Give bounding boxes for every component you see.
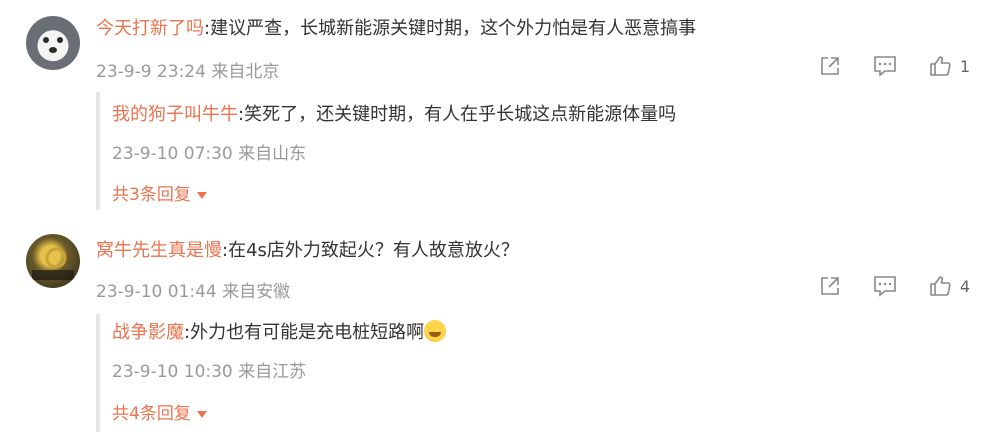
more-replies-button[interactable]: 共4条回复 bbox=[112, 399, 207, 424]
share-icon bbox=[821, 57, 839, 75]
reply-meta: 23-9-10 07:30 来自山东 bbox=[112, 144, 307, 164]
like-button[interactable]: 4 bbox=[928, 274, 970, 298]
like-button[interactable]: 1 bbox=[928, 54, 970, 78]
reply-line: 战争影魔:外力也有可能是充电桩短路啊 bbox=[112, 318, 447, 344]
like-count: 1 bbox=[959, 56, 970, 76]
more-replies-label: 共3条回复 bbox=[112, 185, 191, 205]
avatar[interactable] bbox=[26, 234, 80, 288]
husky-avatar-icon bbox=[43, 37, 63, 53]
comment-2: 窝牛先生真是慢:在4s店外力致起火？有人故意放火？ 23-9-10 01:44 … bbox=[0, 222, 1000, 435]
reply-username[interactable]: 战争影魔 bbox=[112, 322, 184, 343]
share-icon bbox=[821, 277, 839, 295]
comment-actions: 1 bbox=[788, 54, 970, 78]
reply-bar bbox=[96, 92, 100, 210]
reply-line: 我的狗子叫牛牛:笑死了，还关键时期，有人在乎长城这点新能源体量吗 bbox=[112, 100, 676, 126]
reply-username[interactable]: 我的狗子叫牛牛 bbox=[112, 104, 238, 125]
reply-meta: 23-9-10 10:30 来自江苏 bbox=[112, 362, 307, 382]
comment-button[interactable] bbox=[872, 274, 898, 298]
comment-line: 今天打新了吗:建议严查，长城新能源关键时期，这个外力怕是有人恶意搞事 bbox=[96, 14, 696, 40]
username[interactable]: 窝牛先生真是慢 bbox=[96, 240, 222, 261]
comment-meta: 23-9-10 01:44 来自安徽 bbox=[96, 282, 291, 302]
more-replies-label: 共4条回复 bbox=[112, 404, 191, 424]
comment-1: 今天打新了吗:建议严查，长城新能源关键时期，这个外力怕是有人恶意搞事 23-9-… bbox=[0, 0, 1000, 215]
like-count: 4 bbox=[959, 276, 970, 296]
reply-text: 笑死了，还关键时期，有人在乎长城这点新能源体量吗 bbox=[244, 104, 677, 125]
comment-line: 窝牛先生真是慢:在4s店外力致起火？有人故意放火？ bbox=[96, 236, 519, 262]
comment-meta: 23-9-9 23:24 来自北京 bbox=[96, 62, 280, 82]
share-button[interactable] bbox=[818, 54, 842, 78]
caret-down-icon bbox=[196, 191, 207, 199]
comment-text: 在4s店外力致起火？有人故意放火？ bbox=[228, 240, 519, 261]
share-button[interactable] bbox=[818, 274, 842, 298]
reply-bar bbox=[96, 314, 100, 432]
caret-down-icon bbox=[196, 410, 207, 418]
more-replies-button[interactable]: 共3条回复 bbox=[112, 180, 207, 205]
comment-button[interactable] bbox=[872, 54, 898, 78]
reply-text: 外力也有可能是充电桩短路啊 bbox=[190, 322, 425, 343]
snail-avatar-icon bbox=[32, 247, 74, 280]
comment-text: 建议严查，长城新能源关键时期，这个外力怕是有人恶意搞事 bbox=[210, 18, 697, 39]
laughing-emoji-icon bbox=[424, 320, 447, 342]
like-icon bbox=[930, 276, 951, 296]
username[interactable]: 今天打新了吗 bbox=[96, 18, 204, 39]
like-icon bbox=[930, 56, 951, 76]
comment-icon bbox=[874, 276, 896, 297]
avatar[interactable] bbox=[26, 16, 80, 70]
comment-actions: 4 bbox=[788, 274, 970, 298]
comment-icon bbox=[874, 56, 896, 77]
